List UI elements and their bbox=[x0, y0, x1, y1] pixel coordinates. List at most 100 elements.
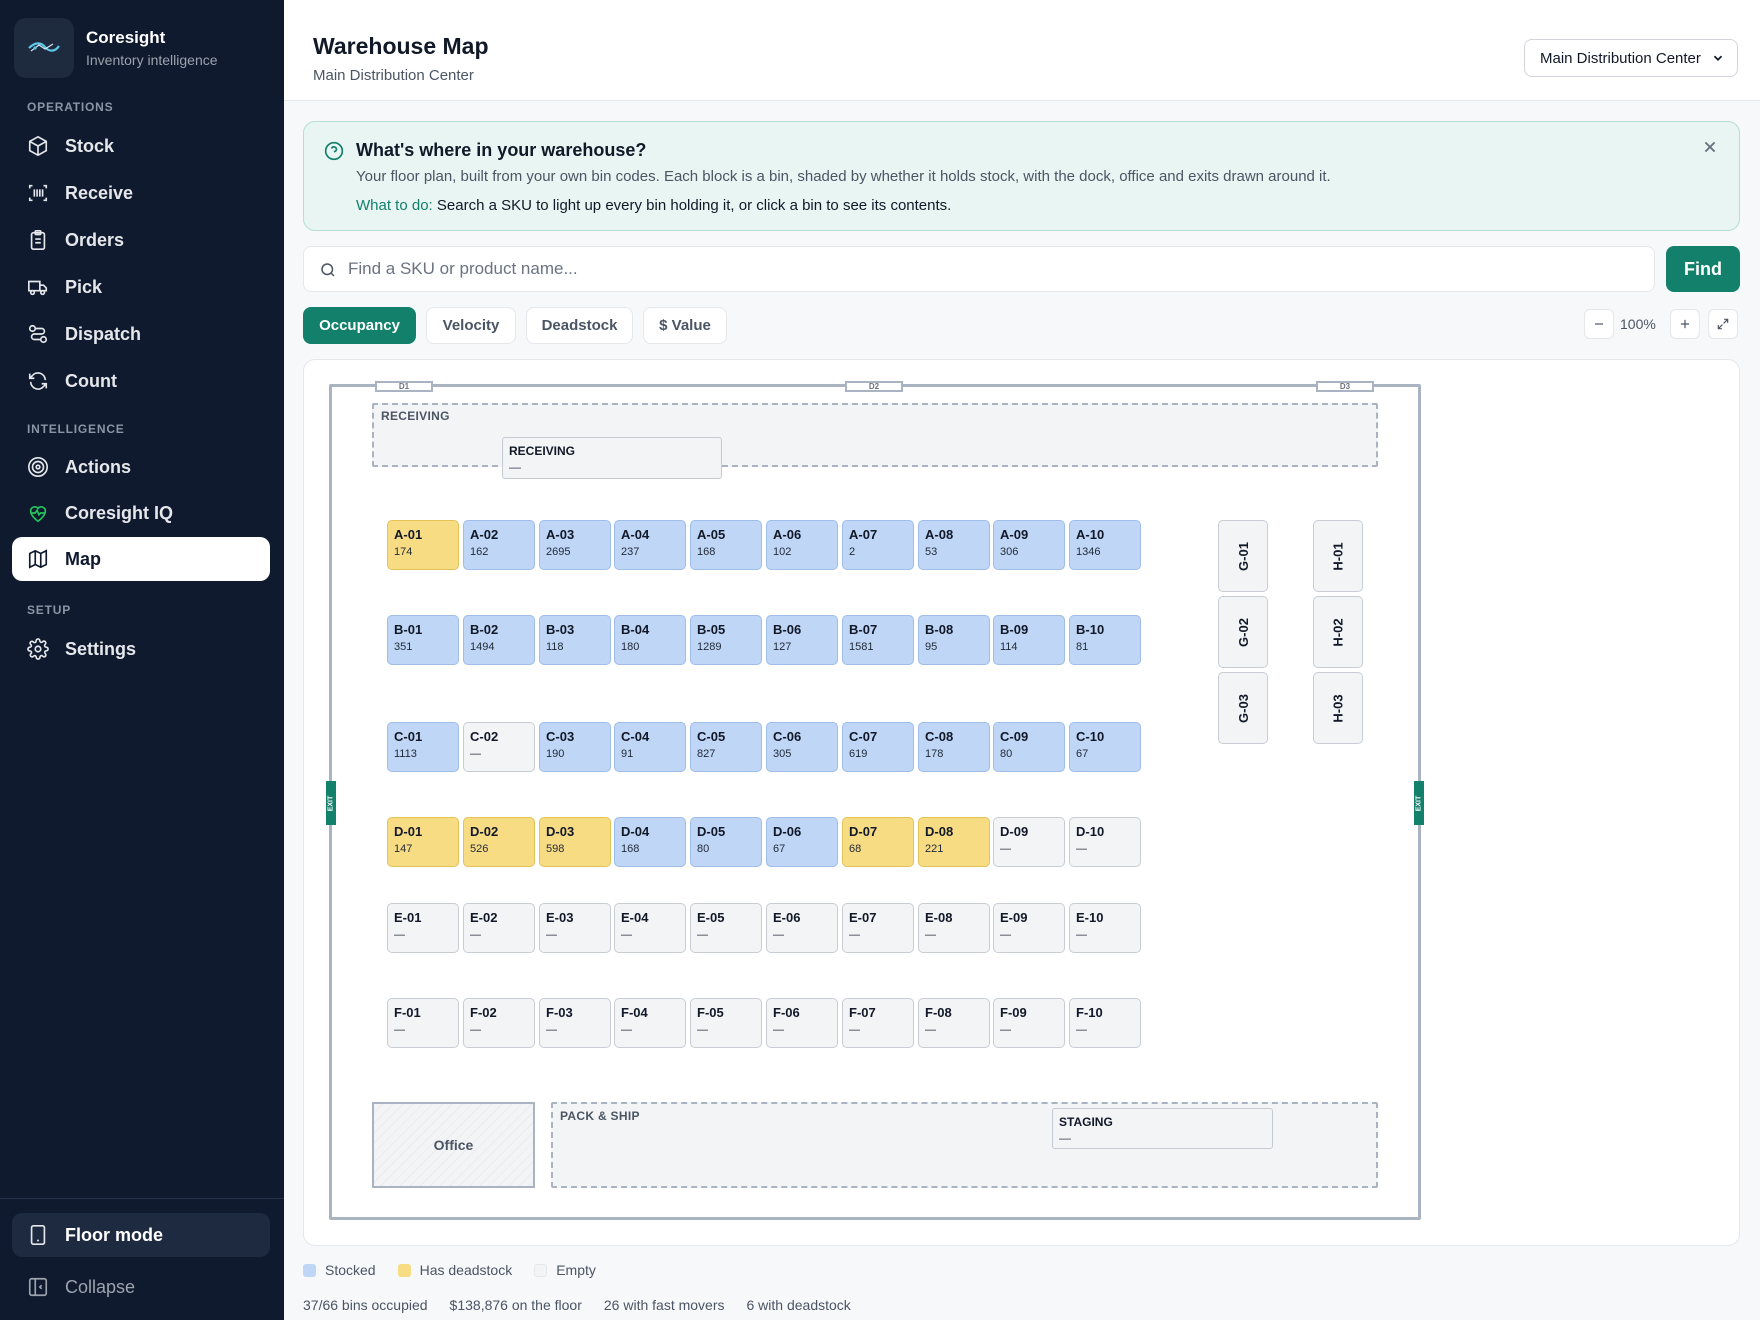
search-input[interactable] bbox=[348, 247, 1638, 291]
fullscreen-button[interactable] bbox=[1708, 309, 1738, 339]
dock-door-d3[interactable]: D3 bbox=[1316, 381, 1374, 392]
zoom-out-button[interactable] bbox=[1584, 309, 1614, 339]
bin-b-03[interactable]: B-03 118 bbox=[539, 615, 611, 665]
bin-e-02[interactable]: E-02 — bbox=[463, 903, 535, 953]
tab-occupancy[interactable]: Occupancy bbox=[303, 307, 416, 344]
bin-a-04[interactable]: A-04 237 bbox=[614, 520, 686, 570]
bin-g-03[interactable]: G-03 bbox=[1218, 672, 1268, 744]
bin-a-08[interactable]: A-08 53 bbox=[918, 520, 990, 570]
bin-e-05[interactable]: E-05 — bbox=[690, 903, 762, 953]
bin-d-10[interactable]: D-10 — bbox=[1069, 817, 1141, 867]
bin-h-02[interactable]: H-02 bbox=[1313, 596, 1363, 668]
bin-a-02[interactable]: A-02 162 bbox=[463, 520, 535, 570]
bin-c-08[interactable]: C-08 178 bbox=[918, 722, 990, 772]
bin-a-07[interactable]: A-07 2 bbox=[842, 520, 914, 570]
sidebar-item-map[interactable]: Map bbox=[12, 537, 270, 581]
bin-e-04[interactable]: E-04 — bbox=[614, 903, 686, 953]
bin-e-06[interactable]: E-06 — bbox=[766, 903, 838, 953]
bin-c-10[interactable]: C-10 67 bbox=[1069, 722, 1141, 772]
bin-f-04[interactable]: F-04 — bbox=[614, 998, 686, 1048]
sidebar-item-dispatch[interactable]: Dispatch bbox=[12, 312, 270, 356]
bin-f-07[interactable]: F-07 — bbox=[842, 998, 914, 1048]
bin-h-03[interactable]: H-03 bbox=[1313, 672, 1363, 744]
bin-g-02[interactable]: G-02 bbox=[1218, 596, 1268, 668]
sidebar-item-stock[interactable]: Stock bbox=[12, 124, 270, 168]
bin-f-09[interactable]: F-09 — bbox=[993, 998, 1065, 1048]
bin-d-01[interactable]: D-01 147 bbox=[387, 817, 459, 867]
sidebar-item-actions[interactable]: Actions bbox=[12, 445, 270, 489]
bin-quantity: 53 bbox=[925, 546, 938, 558]
zoom-in-button[interactable] bbox=[1670, 309, 1700, 339]
bin-h-01[interactable]: H-01 bbox=[1313, 520, 1363, 592]
bin-b-07[interactable]: B-07 1581 bbox=[842, 615, 914, 665]
bin-f-02[interactable]: F-02 — bbox=[463, 998, 535, 1048]
brand[interactable]: Coresight Inventory intelligence bbox=[14, 18, 218, 78]
find-button[interactable]: Find bbox=[1666, 246, 1740, 292]
bin-a-03[interactable]: A-03 2695 bbox=[539, 520, 611, 570]
bin-a-06[interactable]: A-06 102 bbox=[766, 520, 838, 570]
receiving-area[interactable]: RECEIVING — bbox=[502, 437, 722, 479]
bin-e-03[interactable]: E-03 — bbox=[539, 903, 611, 953]
sidebar-item-pick[interactable]: Pick bbox=[12, 265, 270, 309]
bin-c-09[interactable]: C-09 80 bbox=[993, 722, 1065, 772]
bin-b-04[interactable]: B-04 180 bbox=[614, 615, 686, 665]
bin-c-03[interactable]: C-03 190 bbox=[539, 722, 611, 772]
tab-deadstock[interactable]: Deadstock bbox=[526, 307, 633, 344]
bin-a-10[interactable]: A-10 1346 bbox=[1069, 520, 1141, 570]
bin-e-07[interactable]: E-07 — bbox=[842, 903, 914, 953]
bin-code: C-05 bbox=[697, 729, 726, 744]
bin-b-06[interactable]: B-06 127 bbox=[766, 615, 838, 665]
bin-e-09[interactable]: E-09 — bbox=[993, 903, 1065, 953]
bin-c-07[interactable]: C-07 619 bbox=[842, 722, 914, 772]
bin-d-05[interactable]: D-05 80 bbox=[690, 817, 762, 867]
heartbeat-icon bbox=[29, 506, 47, 523]
close-icon[interactable] bbox=[1699, 136, 1721, 158]
bin-b-01[interactable]: B-01 351 bbox=[387, 615, 459, 665]
bin-code: C-04 bbox=[621, 729, 650, 744]
sidebar-item-coresight-iq[interactable]: Coresight IQ bbox=[12, 491, 270, 535]
bin-d-03[interactable]: D-03 598 bbox=[539, 817, 611, 867]
tab-value[interactable]: $ Value bbox=[643, 307, 727, 344]
bin-f-01[interactable]: F-01 — bbox=[387, 998, 459, 1048]
bin-f-03[interactable]: F-03 — bbox=[539, 998, 611, 1048]
bin-b-08[interactable]: B-08 95 bbox=[918, 615, 990, 665]
bin-d-04[interactable]: D-04 168 bbox=[614, 817, 686, 867]
bin-quantity: — bbox=[1076, 843, 1087, 855]
bin-c-05[interactable]: C-05 827 bbox=[690, 722, 762, 772]
staging-area[interactable]: STAGING — bbox=[1052, 1108, 1273, 1149]
bin-a-01[interactable]: A-01 174 bbox=[387, 520, 459, 570]
bin-d-09[interactable]: D-09 — bbox=[993, 817, 1065, 867]
bin-a-09[interactable]: A-09 306 bbox=[993, 520, 1065, 570]
dock-door-d2[interactable]: D2 bbox=[845, 381, 903, 392]
bin-c-01[interactable]: C-01 1113 bbox=[387, 722, 459, 772]
sidebar-item-orders[interactable]: Orders bbox=[12, 218, 270, 262]
bin-e-01[interactable]: E-01 — bbox=[387, 903, 459, 953]
bin-c-04[interactable]: C-04 91 bbox=[614, 722, 686, 772]
bin-e-08[interactable]: E-08 — bbox=[918, 903, 990, 953]
bin-d-08[interactable]: D-08 221 bbox=[918, 817, 990, 867]
bin-f-06[interactable]: F-06 — bbox=[766, 998, 838, 1048]
tab-velocity[interactable]: Velocity bbox=[426, 307, 516, 344]
sidebar-item-receive[interactable]: Receive bbox=[12, 171, 270, 215]
bin-d-02[interactable]: D-02 526 bbox=[463, 817, 535, 867]
bin-b-09[interactable]: B-09 114 bbox=[993, 615, 1065, 665]
bin-g-01[interactable]: G-01 bbox=[1218, 520, 1268, 592]
bin-b-02[interactable]: B-02 1494 bbox=[463, 615, 535, 665]
bin-e-10[interactable]: E-10 — bbox=[1069, 903, 1141, 953]
dock-door-d1[interactable]: D1 bbox=[375, 381, 433, 392]
collapse-button[interactable]: Collapse bbox=[12, 1265, 270, 1309]
bin-c-02[interactable]: C-02 — bbox=[463, 722, 535, 772]
location-select[interactable]: Main Distribution Center bbox=[1524, 39, 1738, 77]
sidebar-item-settings[interactable]: Settings bbox=[12, 627, 270, 671]
bin-f-10[interactable]: F-10 — bbox=[1069, 998, 1141, 1048]
bin-d-06[interactable]: D-06 67 bbox=[766, 817, 838, 867]
bin-f-05[interactable]: F-05 — bbox=[690, 998, 762, 1048]
floor-mode-button[interactable]: Floor mode bbox=[12, 1213, 270, 1257]
bin-b-10[interactable]: B-10 81 bbox=[1069, 615, 1141, 665]
bin-f-08[interactable]: F-08 — bbox=[918, 998, 990, 1048]
bin-d-07[interactable]: D-07 68 bbox=[842, 817, 914, 867]
sidebar-item-count[interactable]: Count bbox=[12, 359, 270, 403]
bin-a-05[interactable]: A-05 168 bbox=[690, 520, 762, 570]
bin-c-06[interactable]: C-06 305 bbox=[766, 722, 838, 772]
bin-b-05[interactable]: B-05 1289 bbox=[690, 615, 762, 665]
